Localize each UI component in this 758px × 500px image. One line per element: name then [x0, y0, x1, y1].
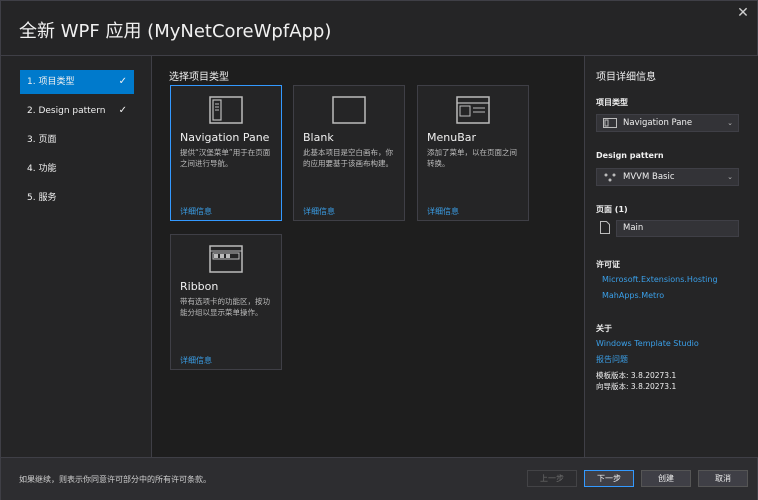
card-navigation-pane[interactable]: Navigation Pane 提供“汉堡菜单”用于在页面之间进行导航。 详细信… — [170, 85, 282, 221]
design-pattern-label: Design pattern — [596, 151, 664, 160]
dropdown-value: Navigation Pane — [623, 118, 693, 128]
check-icon: ✓ — [118, 76, 127, 87]
chevron-down-icon: ⌄ — [727, 173, 733, 181]
step-services[interactable]: 5. 服务 — [20, 186, 134, 210]
mvvm-icon — [604, 173, 616, 182]
step-label: 3. 页面 — [27, 135, 57, 145]
dropdown-value: MVVM Basic — [623, 172, 675, 182]
card-name: Blank — [303, 131, 334, 144]
next-button[interactable]: 下一步 — [584, 470, 634, 487]
license-notice: 如果继续，则表示你同意许可部分中的所有许可条款。 — [19, 475, 211, 484]
step-design-pattern[interactable]: 2. Design pattern ✓ — [20, 99, 134, 123]
license-link-hosting[interactable]: Microsoft.Extensions.Hosting — [602, 275, 718, 284]
page-item-main[interactable]: Main — [616, 220, 739, 237]
create-button[interactable]: 创建 — [641, 470, 691, 487]
details-link[interactable]: 详细信息 — [303, 206, 335, 217]
details-link[interactable]: 详细信息 — [180, 206, 212, 217]
project-type-label: 项目类型 — [596, 98, 628, 107]
details-panel: 项目详细信息 项目类型 Navigation Pane ⌄ Design pat… — [584, 56, 758, 457]
step-features[interactable]: 4. 功能 — [20, 157, 134, 181]
section-title: 选择项目类型 — [169, 72, 229, 83]
license-link-mahapps[interactable]: MahApps.Metro — [602, 291, 664, 300]
card-blank[interactable]: Blank 此基本项目是空白画布，你的应用要基于该画布构建。 详细信息 — [293, 85, 405, 221]
title-bar: 全新 WPF 应用 (MyNetCoreWpfApp) ✕ — [1, 1, 757, 56]
design-pattern-dropdown[interactable]: MVVM Basic ⌄ — [596, 168, 739, 186]
step-pages[interactable]: 3. 页面 — [20, 128, 134, 152]
step-label: 1. 项目类型 — [27, 77, 75, 87]
step-label: 4. 功能 — [27, 164, 57, 174]
details-link[interactable]: 详细信息 — [427, 206, 459, 217]
navigation-pane-icon — [603, 118, 617, 128]
steps-sidebar: 1. 项目类型 ✓ 2. Design pattern ✓ 3. 页面 4. 功… — [1, 56, 152, 457]
project-type-dropdown[interactable]: Navigation Pane ⌄ — [596, 114, 739, 132]
step-label: 5. 服务 — [27, 193, 57, 203]
project-type-panel: 选择项目类型 Navigation Pane 提供“汉堡菜单”用于在页面之间进行… — [152, 56, 583, 457]
card-menubar[interactable]: MenuBar 添加了菜单，以在页面之间转换。 详细信息 — [417, 85, 529, 221]
card-name: Ribbon — [180, 280, 219, 293]
navigation-pane-icon — [209, 96, 243, 124]
details-link[interactable]: 详细信息 — [180, 355, 212, 366]
pages-label: 页面 (1) — [596, 205, 628, 214]
ribbon-icon — [209, 245, 243, 273]
menubar-icon — [456, 96, 490, 124]
close-icon[interactable]: ✕ — [735, 5, 751, 21]
card-description: 提供“汉堡菜单”用于在页面之间进行导航。 — [180, 148, 271, 168]
window-title: 全新 WPF 应用 (MyNetCoreWpfApp) — [19, 21, 332, 42]
report-issue-link[interactable]: 报告问题 — [596, 354, 628, 365]
footer-bar: 如果继续，则表示你同意许可部分中的所有许可条款。 上一步 下一步 创建 取消 — [1, 457, 757, 500]
card-ribbon[interactable]: Ribbon 带有选项卡的功能区，按功能分组以显示菜单操作。 详细信息 — [170, 234, 282, 370]
card-name: Navigation Pane — [180, 131, 270, 144]
wizard-version: 向导版本: 3.8.20273.1 — [596, 382, 677, 391]
wizard-window: 全新 WPF 应用 (MyNetCoreWpfApp) ✕ 1. 项目类型 ✓ … — [0, 0, 758, 500]
wts-link[interactable]: Windows Template Studio — [596, 339, 699, 348]
template-version: 模板版本: 3.8.20273.1 — [596, 371, 677, 380]
cancel-button[interactable]: 取消 — [698, 470, 748, 487]
step-project-type[interactable]: 1. 项目类型 ✓ — [20, 70, 134, 94]
check-icon: ✓ — [118, 105, 127, 116]
card-description: 带有选项卡的功能区，按功能分组以显示菜单操作。 — [180, 297, 270, 317]
chevron-down-icon: ⌄ — [727, 119, 733, 127]
blank-icon — [332, 96, 366, 124]
details-title: 项目详细信息 — [596, 72, 656, 83]
card-name: MenuBar — [427, 131, 477, 144]
license-label: 许可证 — [596, 260, 620, 269]
step-label: 2. Design pattern — [27, 106, 106, 116]
card-description: 添加了菜单，以在页面之间转换。 — [427, 148, 517, 168]
card-description: 此基本项目是空白画布，你的应用要基于该画布构建。 — [303, 148, 393, 168]
about-label: 关于 — [596, 324, 612, 333]
prev-button[interactable]: 上一步 — [527, 470, 577, 487]
page-icon — [600, 221, 610, 234]
